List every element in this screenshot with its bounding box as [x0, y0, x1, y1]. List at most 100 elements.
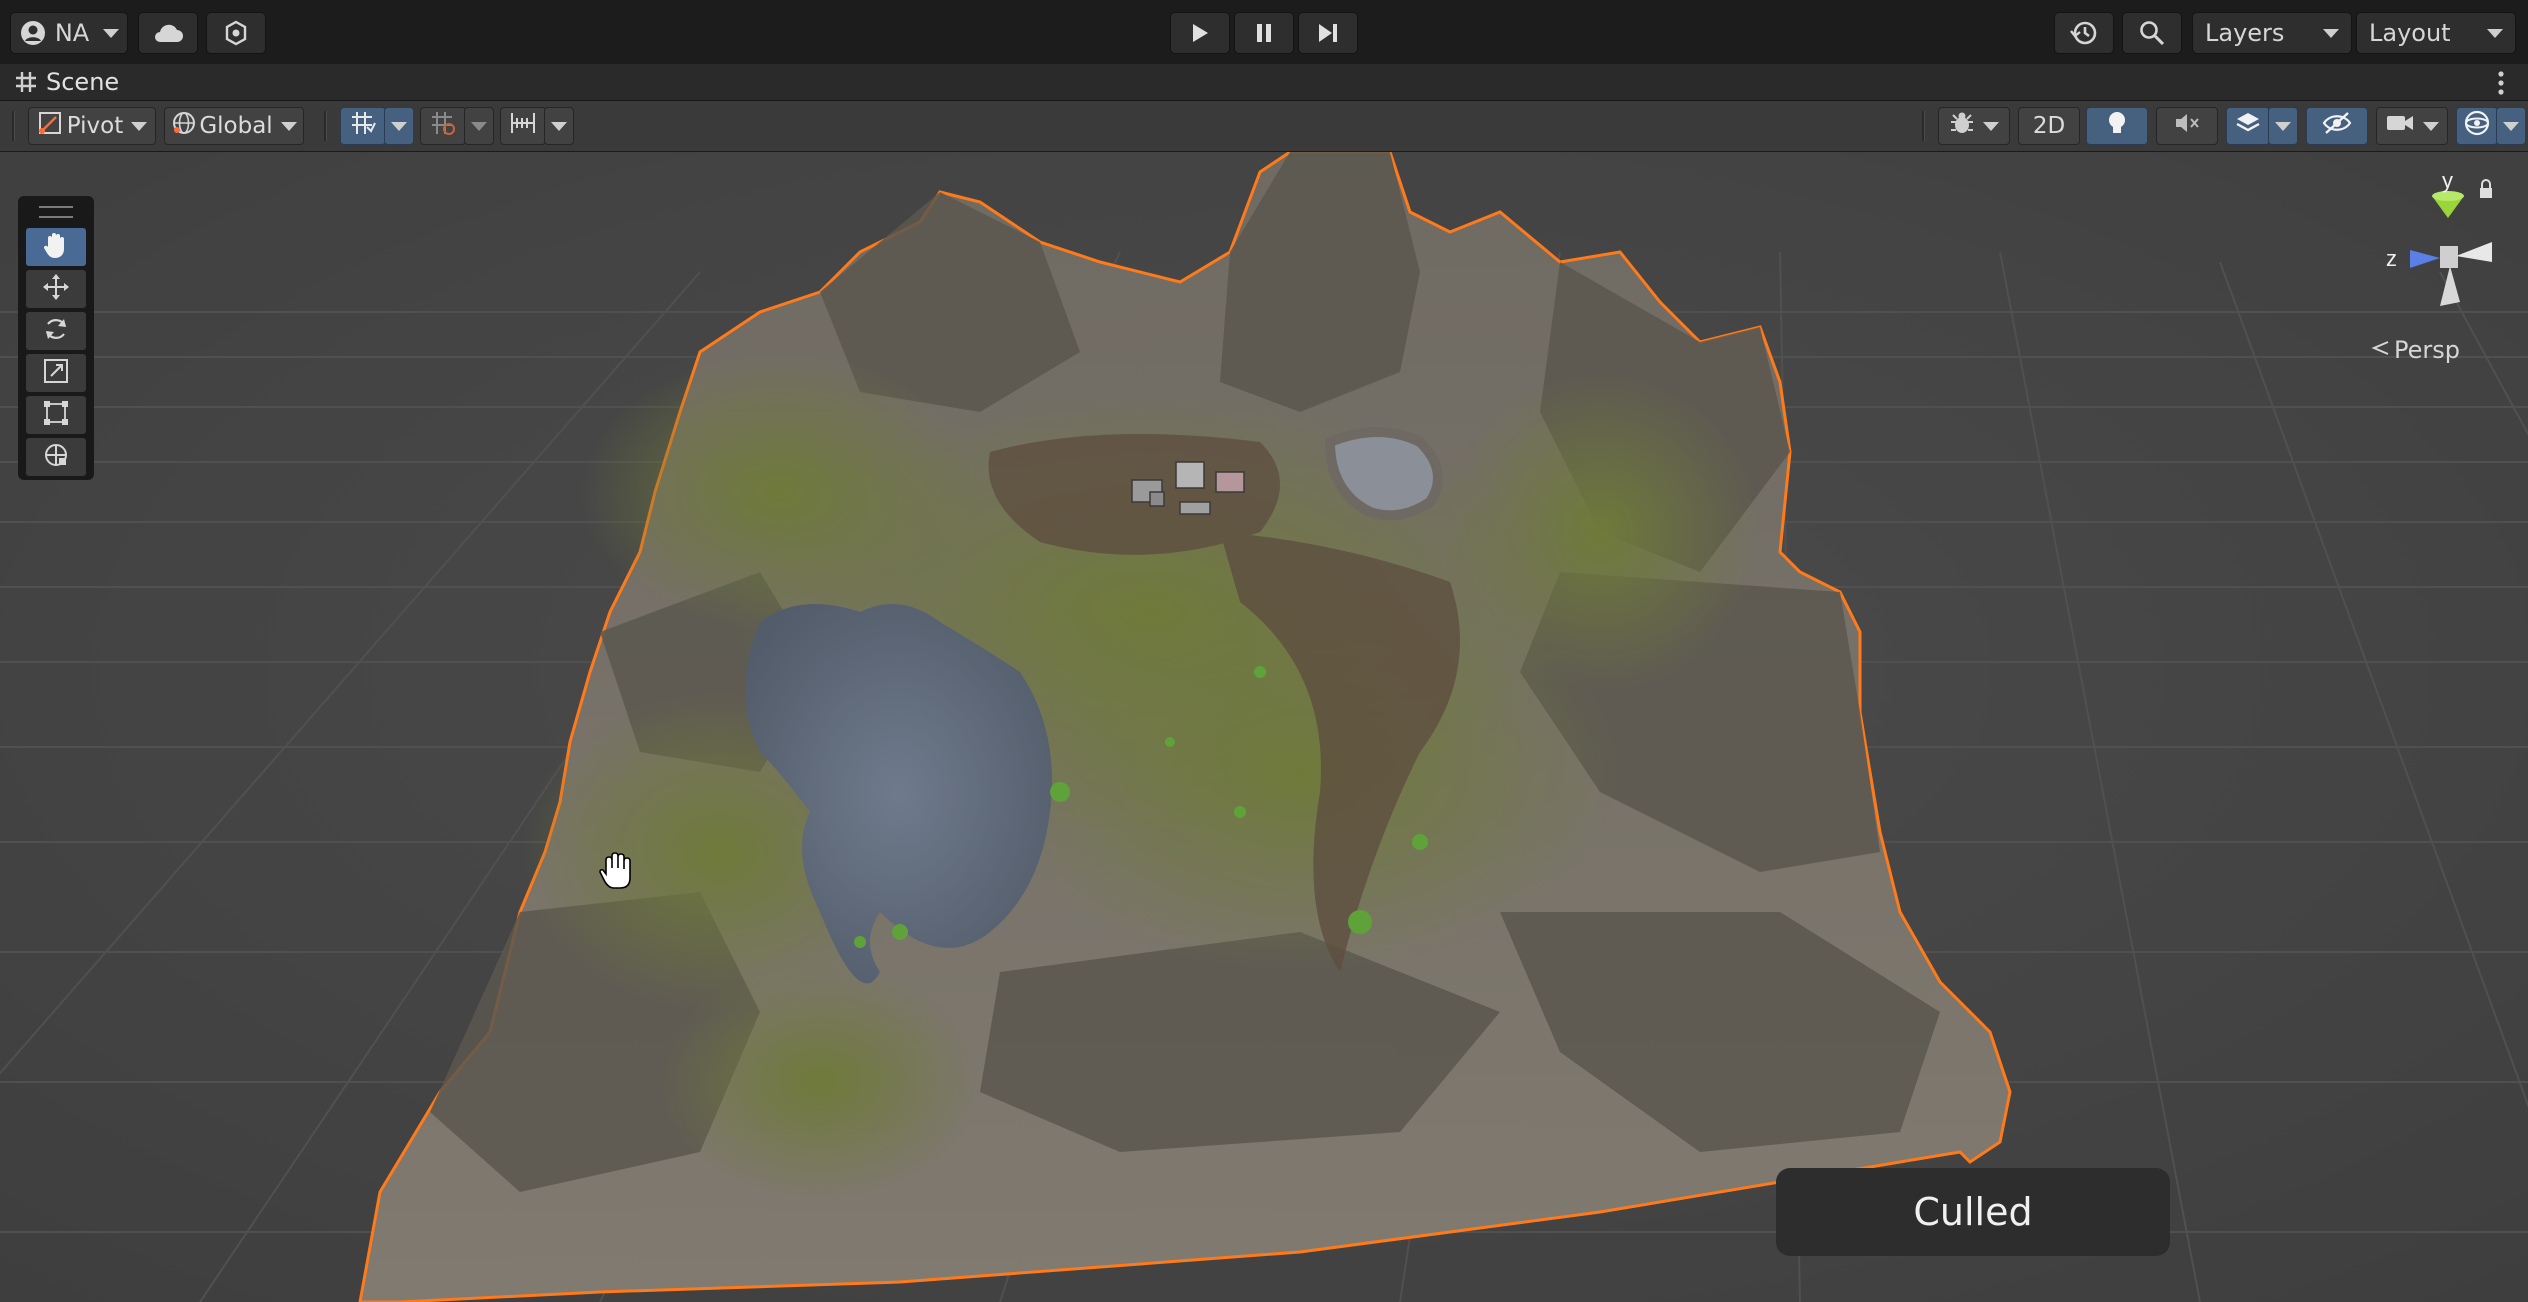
- hand-tool[interactable]: [26, 228, 86, 266]
- effects-toggle[interactable]: [2226, 107, 2270, 145]
- layers-label: Layers: [2205, 19, 2285, 47]
- tab-scene[interactable]: Scene: [46, 68, 119, 96]
- tools-overlay: [18, 196, 94, 480]
- hand-icon: [43, 231, 69, 263]
- rotate-tool[interactable]: [26, 312, 86, 350]
- lock-icon: [2480, 179, 2492, 198]
- gizmo-z-cone: [2410, 250, 2440, 268]
- debug-dropdown[interactable]: [1938, 107, 2010, 145]
- globe-icon: [171, 110, 197, 142]
- search-icon: [2139, 20, 2165, 46]
- chevron-down-icon: [551, 121, 567, 131]
- increment-snap-toggle[interactable]: [420, 107, 466, 145]
- projection-toggle[interactable]: Persp: [2370, 336, 2460, 364]
- step-icon: [1317, 22, 1339, 44]
- culled-status-overlay: Culled: [1776, 1168, 2170, 1256]
- align-tool-dropdown[interactable]: [544, 107, 574, 145]
- play-button[interactable]: [1170, 12, 1230, 54]
- chevron-down-icon: [280, 121, 297, 131]
- chevron-down-icon: [2275, 121, 2291, 131]
- layers-stack-icon: [2234, 110, 2262, 142]
- camera-icon: [2385, 112, 2415, 140]
- cloud-icon: [152, 22, 184, 44]
- gizmo-label-y: y: [2442, 168, 2453, 193]
- toolbar-separator: [12, 111, 15, 141]
- visibility-toggle[interactable]: [2306, 107, 2368, 145]
- mode-2d-toggle[interactable]: 2D: [2018, 107, 2080, 145]
- gizmo-sphere-icon: [2463, 109, 2491, 143]
- account-label: NA: [54, 19, 90, 47]
- audio-mute-icon: [2173, 110, 2201, 142]
- rect-tool[interactable]: [26, 396, 86, 434]
- scale-icon: [42, 357, 70, 389]
- search-button[interactable]: [2122, 12, 2182, 54]
- lightbulb-icon: [2105, 109, 2129, 143]
- toolbar-separator: [1922, 111, 1925, 141]
- effects-dropdown[interactable]: [2268, 107, 2298, 145]
- scene-tab-bar: Scene: [0, 64, 2528, 101]
- pause-button[interactable]: [1234, 12, 1294, 54]
- gizmo-down-cone: [2440, 266, 2460, 306]
- toolbar-separator: [324, 111, 327, 141]
- pivot-icon: [37, 110, 63, 142]
- history-button[interactable]: [2054, 12, 2114, 54]
- services-icon: [223, 20, 249, 46]
- rect-transform-icon: [42, 399, 70, 431]
- lighting-toggle[interactable]: [2086, 107, 2148, 145]
- layers-dropdown[interactable]: Layers: [2192, 12, 2352, 54]
- pivot-dropdown[interactable]: Pivot: [28, 107, 156, 145]
- play-icon: [1190, 22, 1210, 44]
- align-tool-button[interactable]: [500, 107, 546, 145]
- grid-hash-icon: [14, 70, 38, 98]
- grid-snap-dropdown[interactable]: [384, 107, 414, 145]
- move-tool[interactable]: [26, 270, 86, 308]
- chevron-down-icon: [2423, 121, 2439, 131]
- chevron-down-icon: [1983, 121, 1999, 131]
- gizmo-label-z: z: [2386, 246, 2397, 271]
- more-options-icon[interactable]: [2496, 70, 2506, 100]
- gizmo-x-cone: [2456, 242, 2492, 262]
- chevron-down-icon: [2323, 28, 2339, 38]
- main-toolbar: NA Layers Layout: [0, 0, 2528, 65]
- move-arrows-icon: [42, 273, 70, 305]
- services-button[interactable]: [206, 12, 266, 54]
- chevron-down-icon: [131, 121, 148, 131]
- eye-hidden-icon: [2322, 111, 2352, 141]
- account-dropdown[interactable]: NA: [10, 12, 128, 54]
- layout-label: Layout: [2369, 19, 2451, 47]
- rotate-icon: [42, 315, 70, 347]
- account-icon: [19, 19, 47, 47]
- global-dropdown[interactable]: Global: [164, 107, 304, 145]
- scene-viewport[interactable]: y z Persp Culled: [0, 152, 2528, 1302]
- chevron-down-icon: [103, 28, 120, 38]
- audio-toggle[interactable]: [2156, 107, 2218, 145]
- chevron-down-icon: [471, 121, 487, 131]
- mode-2d-label: 2D: [2032, 113, 2066, 139]
- step-button[interactable]: [1298, 12, 1358, 54]
- increment-snap-icon: [429, 109, 457, 143]
- gizmos-dropdown[interactable]: [2496, 107, 2526, 145]
- scene-toolbar: Pivot Global 2D: [0, 101, 2528, 152]
- gizmo-center-cube: [2440, 246, 2458, 268]
- terrain-scene: [0, 152, 2528, 1302]
- bug-icon: [1949, 110, 1975, 142]
- chevron-left-icon: [2370, 336, 2390, 364]
- increment-snap-dropdown[interactable]: [464, 107, 494, 145]
- chevron-down-icon: [2487, 28, 2503, 38]
- gizmos-toggle[interactable]: [2456, 107, 2498, 145]
- pivot-label: Pivot: [66, 113, 124, 139]
- ruler-icon: [509, 109, 537, 143]
- layout-dropdown[interactable]: Layout: [2356, 12, 2516, 54]
- cloud-button[interactable]: [138, 12, 198, 54]
- transform-tool[interactable]: [26, 438, 86, 476]
- chevron-down-icon: [2503, 121, 2519, 131]
- transform-icon: [42, 441, 70, 473]
- chevron-down-icon: [391, 121, 407, 131]
- history-icon: [2070, 19, 2098, 47]
- camera-dropdown[interactable]: [2376, 107, 2448, 145]
- scale-tool[interactable]: [26, 354, 86, 392]
- drag-handle[interactable]: [39, 206, 73, 218]
- grid-snap-icon: [349, 109, 377, 143]
- projection-label: Persp: [2394, 336, 2460, 364]
- grid-snap-toggle[interactable]: [340, 107, 386, 145]
